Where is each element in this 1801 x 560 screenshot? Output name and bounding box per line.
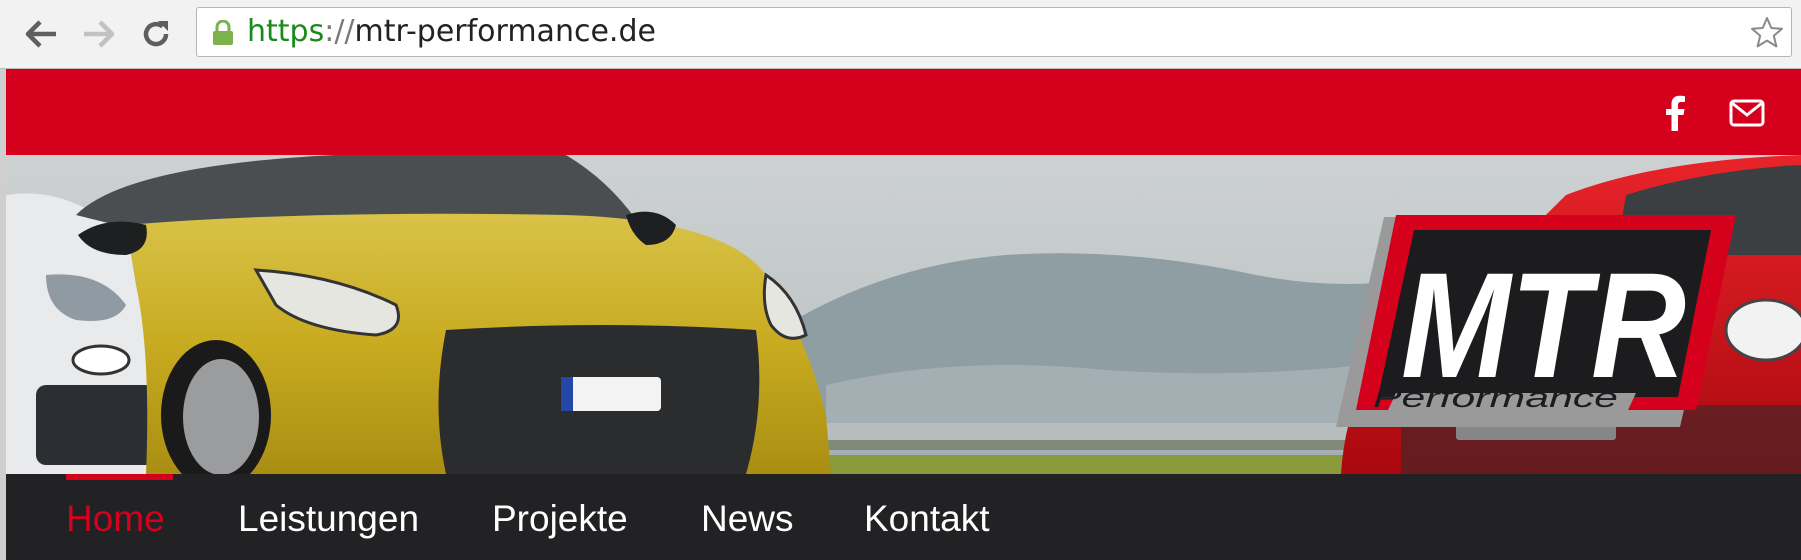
logo-sub-text: Performance (1373, 382, 1618, 413)
url-text: https://mtr-performance.de (247, 14, 656, 50)
lock-icon (211, 19, 235, 50)
nav-leistungen[interactable]: Leistungen (238, 498, 419, 540)
hero-banner: MTR Performance (6, 155, 1801, 474)
arrow-right-icon (84, 20, 115, 48)
reload-icon (143, 21, 169, 47)
star-icon[interactable] (1749, 15, 1785, 55)
browser-toolbar: https://mtr-performance.de (0, 0, 1801, 69)
reload-button[interactable] (136, 14, 176, 54)
url-host: mtr-performance.de (354, 14, 656, 49)
nav-home[interactable]: Home (66, 498, 165, 540)
facebook-icon (1666, 95, 1685, 131)
address-bar[interactable]: https://mtr-performance.de (196, 7, 1792, 57)
url-separator: :// (324, 14, 355, 49)
nav-news[interactable]: News (701, 498, 794, 540)
back-button[interactable] (22, 14, 62, 54)
arrow-left-icon (25, 20, 56, 48)
envelope-icon (1729, 99, 1765, 127)
facebook-link[interactable] (1653, 91, 1697, 135)
forward-button[interactable] (78, 14, 118, 54)
email-link[interactable] (1725, 91, 1769, 135)
active-indicator (66, 474, 173, 480)
nav-kontakt[interactable]: Kontakt (864, 498, 989, 540)
hero-image: MTR Performance (6, 155, 1801, 474)
main-navigation: Home Leistungen Projekte News Kontakt (6, 474, 1801, 560)
nav-projekte[interactable]: Projekte (492, 498, 628, 540)
url-scheme: https (247, 14, 325, 49)
top-bar (6, 69, 1801, 155)
